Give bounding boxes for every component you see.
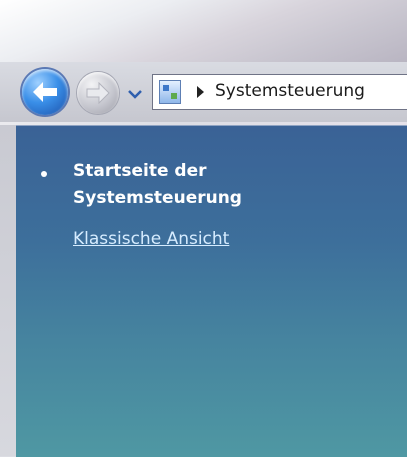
current-item-bullet (41, 171, 47, 177)
forward-arrow-icon (86, 82, 110, 104)
back-button[interactable] (22, 69, 68, 115)
address-bar[interactable]: Systemsteuerung (152, 74, 407, 110)
task-pane: Startseite der Systemsteuerung Klassisch… (16, 125, 407, 457)
recent-pages-dropdown[interactable] (124, 84, 146, 104)
window-frame: Systemsteuerung Startseite der Systemste… (0, 0, 407, 457)
title-bar (0, 0, 407, 62)
breadcrumb-arrow-icon[interactable] (197, 86, 204, 98)
window-left-border (0, 125, 16, 456)
sidebar-item-home: Startseite der Systemsteuerung (73, 161, 242, 208)
classic-view-link[interactable]: Klassische Ansicht (73, 229, 229, 249)
control-panel-icon (159, 80, 181, 104)
chevron-down-icon (128, 90, 142, 99)
breadcrumb-systemsteuerung[interactable]: Systemsteuerung (215, 81, 365, 101)
forward-button[interactable] (77, 72, 119, 114)
back-arrow-icon (33, 82, 57, 102)
